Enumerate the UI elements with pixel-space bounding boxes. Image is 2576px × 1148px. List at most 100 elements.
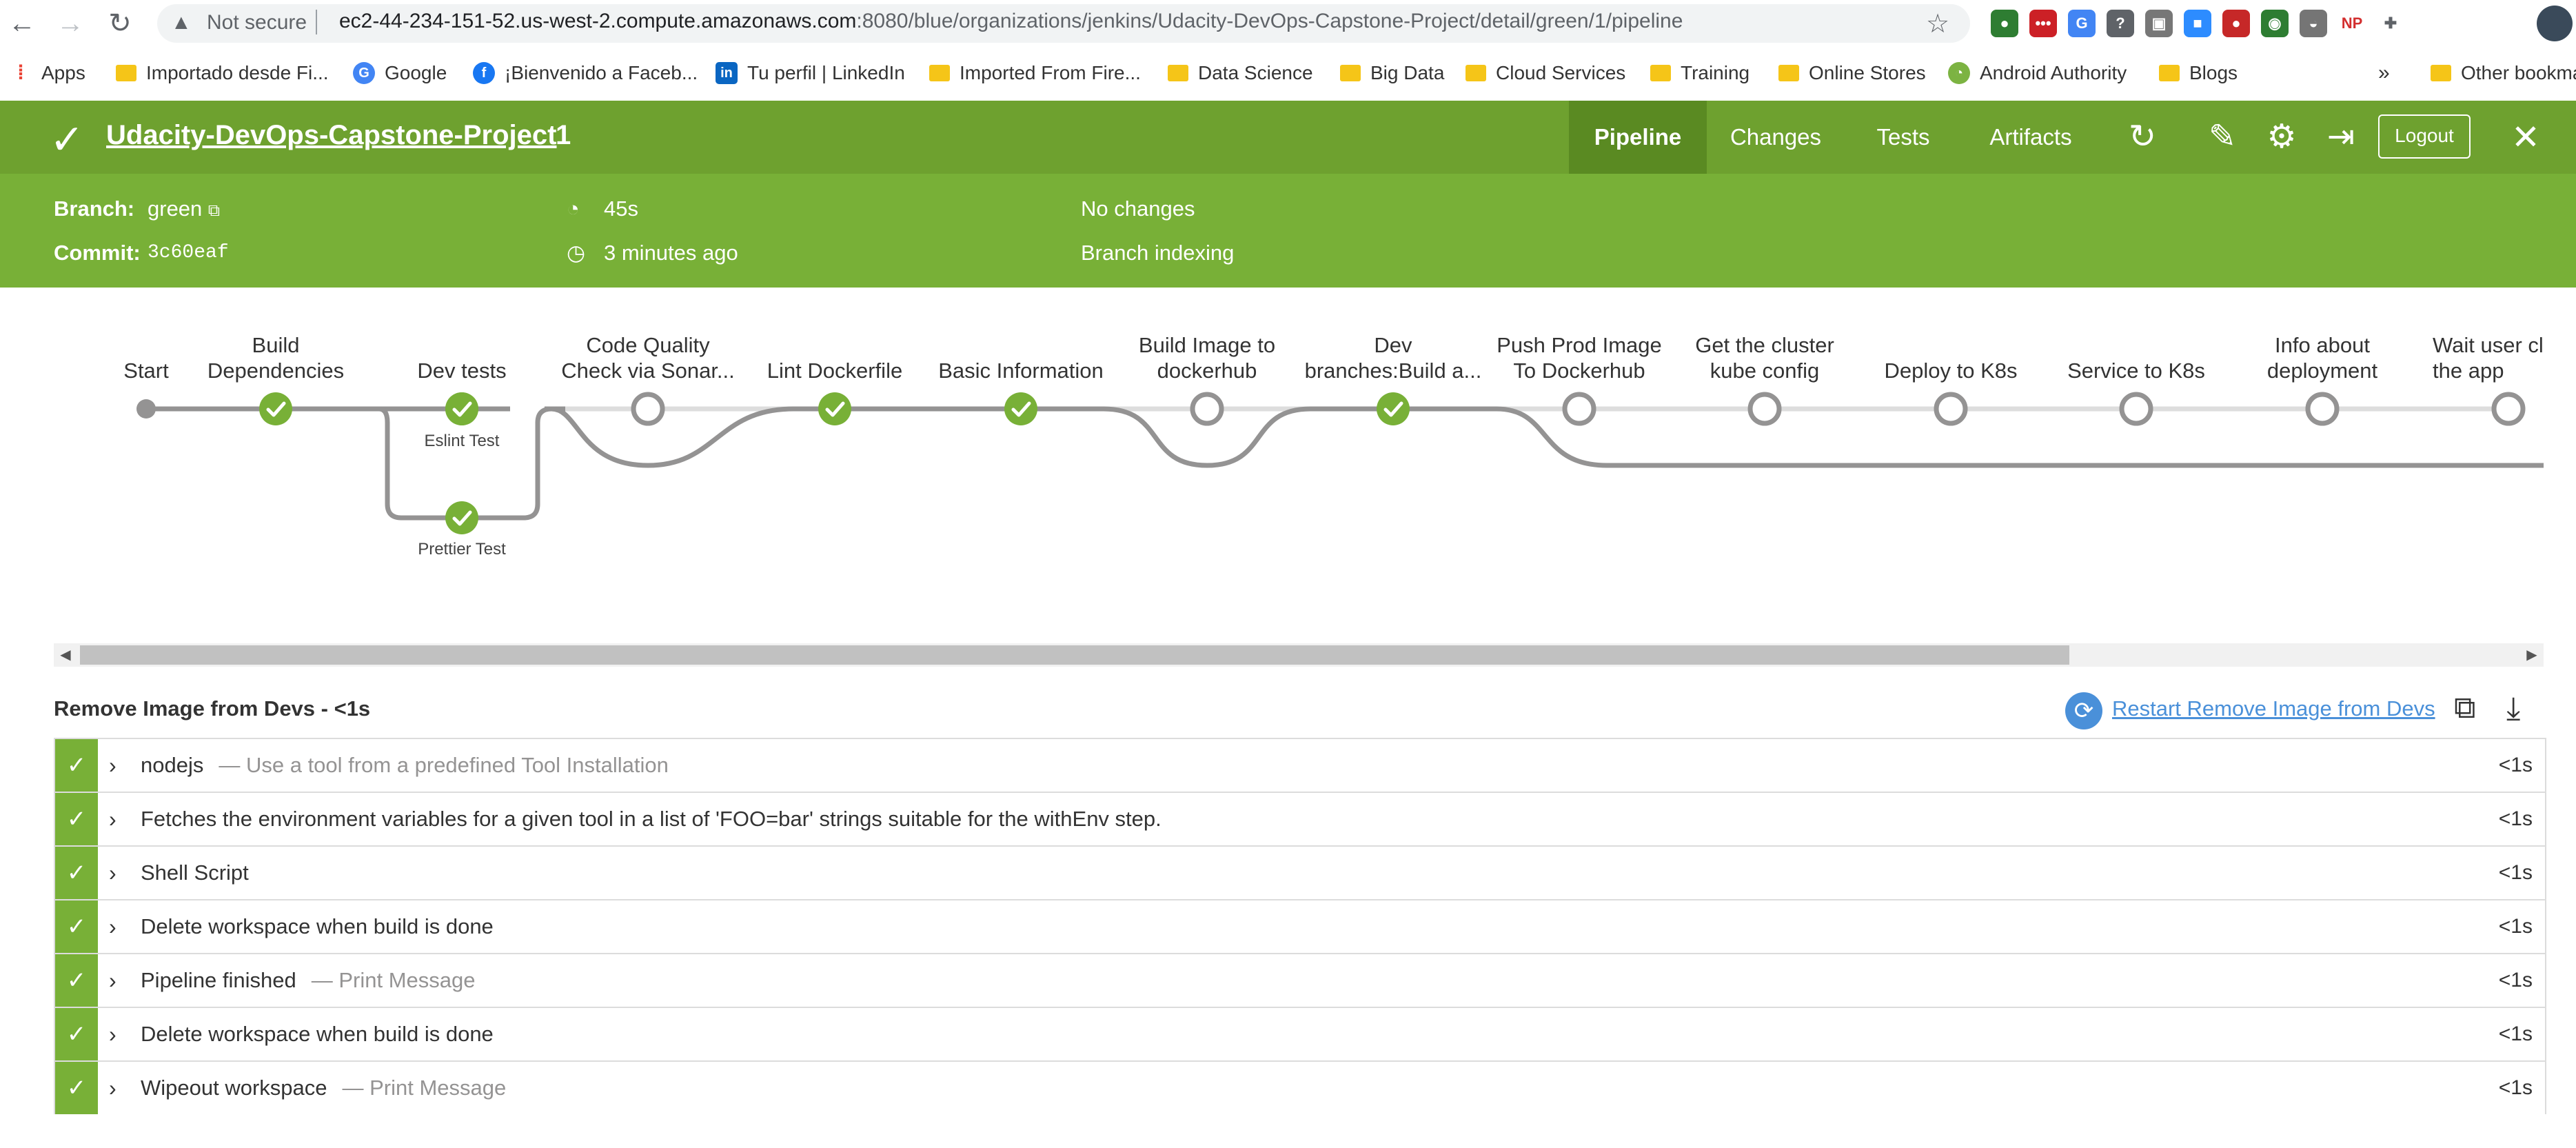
chevron-right-icon[interactable]: › xyxy=(109,739,116,792)
stage-node[interactable] xyxy=(2305,392,2340,426)
log-step-row[interactable]: ✓ › Delete workspace when build is done <1s xyxy=(54,899,2546,953)
profile-avatar[interactable] xyxy=(2537,6,2573,41)
stage-label[interactable]: Push Prod Image To Dockerhub xyxy=(1476,332,1683,383)
stage-node[interactable] xyxy=(2491,392,2526,426)
stage-node[interactable] xyxy=(2119,392,2153,426)
stage-node[interactable] xyxy=(631,392,665,426)
bookmark-item[interactable]: ◔ Android Authority xyxy=(1948,59,2127,87)
keep-extension-icon[interactable]: ? xyxy=(2107,10,2134,37)
stage-label[interactable]: Code Quality Check via Sonar... xyxy=(545,332,751,383)
tab-artifacts[interactable]: Artifacts xyxy=(1962,101,2100,174)
stage-node[interactable] xyxy=(1562,392,1596,426)
stage-label[interactable]: Info about deployment xyxy=(2219,332,2426,383)
bookmark-item[interactable]: Data Science xyxy=(1168,59,1313,87)
tab-changes[interactable]: Changes xyxy=(1707,101,1845,174)
scroll-left-arrow[interactable]: ◀ xyxy=(54,643,77,667)
bookmarks-overflow-button[interactable]: » xyxy=(2378,59,2390,87)
stage-label[interactable]: Lint Dockerfile xyxy=(731,358,938,383)
reload-icon[interactable]: ↻ xyxy=(101,6,139,41)
settings-gear-icon[interactable]: ⚙ xyxy=(2261,117,2302,156)
translate-extension-icon[interactable]: G xyxy=(2068,10,2096,37)
forward-arrow-icon[interactable]: → xyxy=(51,6,90,41)
bookmark-item[interactable]: ⁞ Apps xyxy=(10,59,85,87)
exit-classic-icon[interactable]: ⇥ xyxy=(2320,117,2362,156)
chevron-right-icon[interactable]: › xyxy=(109,1008,116,1060)
close-icon[interactable]: ✕ xyxy=(2505,117,2546,157)
stage-label[interactable]: Wait user cl the app xyxy=(2433,332,2576,383)
log-step-row[interactable]: ✓ › Fetches the environment variables for … xyxy=(54,792,2546,845)
bookmark-item[interactable]: Importado desde Fi... xyxy=(116,59,329,87)
lastpass-extension-icon[interactable]: ••• xyxy=(2029,10,2057,37)
stage-label[interactable]: Get the cluster kube config xyxy=(1661,332,1868,383)
record-extension-icon[interactable]: ● xyxy=(2222,10,2250,37)
green-extension-icon[interactable]: ◉ xyxy=(2261,10,2289,37)
bookmark-item[interactable]: Blogs xyxy=(2159,59,2238,87)
parallel-node[interactable] xyxy=(445,501,478,534)
stage-label[interactable]: Dev branches:Build a... xyxy=(1290,332,1497,383)
np-extension-icon[interactable]: NP xyxy=(2338,10,2366,37)
apps-grid-icon: ⁞ xyxy=(17,61,24,84)
bookmark-star-icon[interactable]: ☆ xyxy=(1926,8,1949,39)
zoom-extension-icon[interactable]: ■ xyxy=(2184,10,2211,37)
window-extension-icon[interactable]: ▣ xyxy=(2145,10,2173,37)
download-icon[interactable]: ⤓ xyxy=(2506,689,2520,728)
graph-scrollbar-thumb[interactable] xyxy=(80,645,2069,665)
scale-extension-icon[interactable]: ◒ xyxy=(2300,10,2327,37)
stage-label[interactable]: Build Image to dockerhub xyxy=(1104,332,1310,383)
scroll-right-arrow[interactable]: ▶ xyxy=(2520,643,2544,667)
stage-label[interactable]: Basic Information xyxy=(917,358,1124,383)
folder-icon xyxy=(1340,65,1361,81)
external-link-icon[interactable]: ⧉ xyxy=(208,201,220,220)
bookmark-item[interactable]: Cloud Services xyxy=(1466,59,1625,87)
log-step-row[interactable]: ✓ › Delete workspace when build is done <1s xyxy=(54,1007,2546,1060)
stage-node[interactable] xyxy=(1934,392,1968,426)
url-text[interactable]: ec2-44-234-151-52.us-west-2.compute.amaz… xyxy=(339,10,1683,33)
branch-value[interactable]: green ⧉ xyxy=(148,197,220,221)
security-label[interactable]: Not secure xyxy=(207,11,307,34)
bookmark-item[interactable]: in Tu perfil | LinkedIn xyxy=(716,59,905,87)
stage-label[interactable]: Service to K8s xyxy=(2033,358,2240,383)
stage-node[interactable] xyxy=(1377,392,1410,425)
chevron-right-icon[interactable]: › xyxy=(109,793,116,845)
puzzle-extension-icon[interactable]: ✚ xyxy=(2377,10,2404,37)
rerun-icon[interactable]: ↻ xyxy=(2122,117,2163,156)
bookmark-item[interactable]: Training xyxy=(1650,59,1750,87)
log-step-row[interactable]: ✓ › Shell Script <1s xyxy=(54,845,2546,899)
parallel-stage-label[interactable]: Eslint Test xyxy=(393,432,531,451)
log-step-row[interactable]: ✓ › Wipeout workspace — Print Message <1s xyxy=(54,1060,2546,1114)
bookmark-item[interactable]: f ¡Bienvenido a Faceb... xyxy=(473,59,698,87)
back-arrow-icon[interactable]: ← xyxy=(3,6,41,41)
restart-stage-link[interactable]: Restart Remove Image from Devs xyxy=(2112,696,2435,721)
globe-extension-icon[interactable]: ● xyxy=(1991,10,2018,37)
project-link[interactable]: Udacity-DevOps-Capstone-Project xyxy=(106,120,556,151)
chevron-right-icon[interactable]: › xyxy=(109,847,116,899)
log-step-row[interactable]: ✓ › Pipeline finished — Print Message <1s xyxy=(54,953,2546,1007)
bookmark-item[interactable]: Big Data xyxy=(1340,59,1444,87)
edit-pencil-icon[interactable]: ✎ xyxy=(2202,117,2243,156)
bookmark-item[interactable]: Online Stores xyxy=(1778,59,1926,87)
other-bookmarks[interactable]: Other bookmarks xyxy=(2431,59,2576,87)
stage-label[interactable]: Build Dependencies xyxy=(172,332,379,383)
stage-label[interactable]: Deploy to K8s xyxy=(1847,358,2054,383)
stage-node[interactable] xyxy=(1004,392,1037,425)
parallel-node[interactable] xyxy=(445,392,478,425)
logout-button[interactable]: Logout xyxy=(2378,114,2471,159)
stage-node[interactable] xyxy=(259,392,292,425)
log-step-row[interactable]: ✓ › nodejs — Use a tool from a predefined T… xyxy=(54,738,2546,792)
chevron-right-icon[interactable]: › xyxy=(109,954,116,1007)
parallel-stage-label[interactable]: Prettier Test xyxy=(393,540,531,559)
restart-stage-icon[interactable]: ⟳ xyxy=(2065,692,2102,729)
bookmark-item[interactable]: G Google xyxy=(353,59,447,87)
chevron-right-icon[interactable]: › xyxy=(109,900,116,953)
tab-pipeline[interactable]: Pipeline xyxy=(1569,101,1707,174)
bookmark-item[interactable]: Imported From Fire... xyxy=(929,59,1141,87)
tab-tests[interactable]: Tests xyxy=(1845,101,1962,174)
stage-node[interactable] xyxy=(1747,392,1782,426)
open-external-icon[interactable]: ⧉ xyxy=(2454,691,2475,725)
warning-triangle-icon[interactable]: ▲ xyxy=(171,11,192,34)
stage-label[interactable]: Dev tests xyxy=(358,358,565,383)
stage-node[interactable] xyxy=(818,392,851,425)
success-check-icon: ✓ xyxy=(55,900,98,953)
stage-node[interactable] xyxy=(1190,392,1224,426)
chevron-right-icon[interactable]: › xyxy=(109,1062,116,1114)
